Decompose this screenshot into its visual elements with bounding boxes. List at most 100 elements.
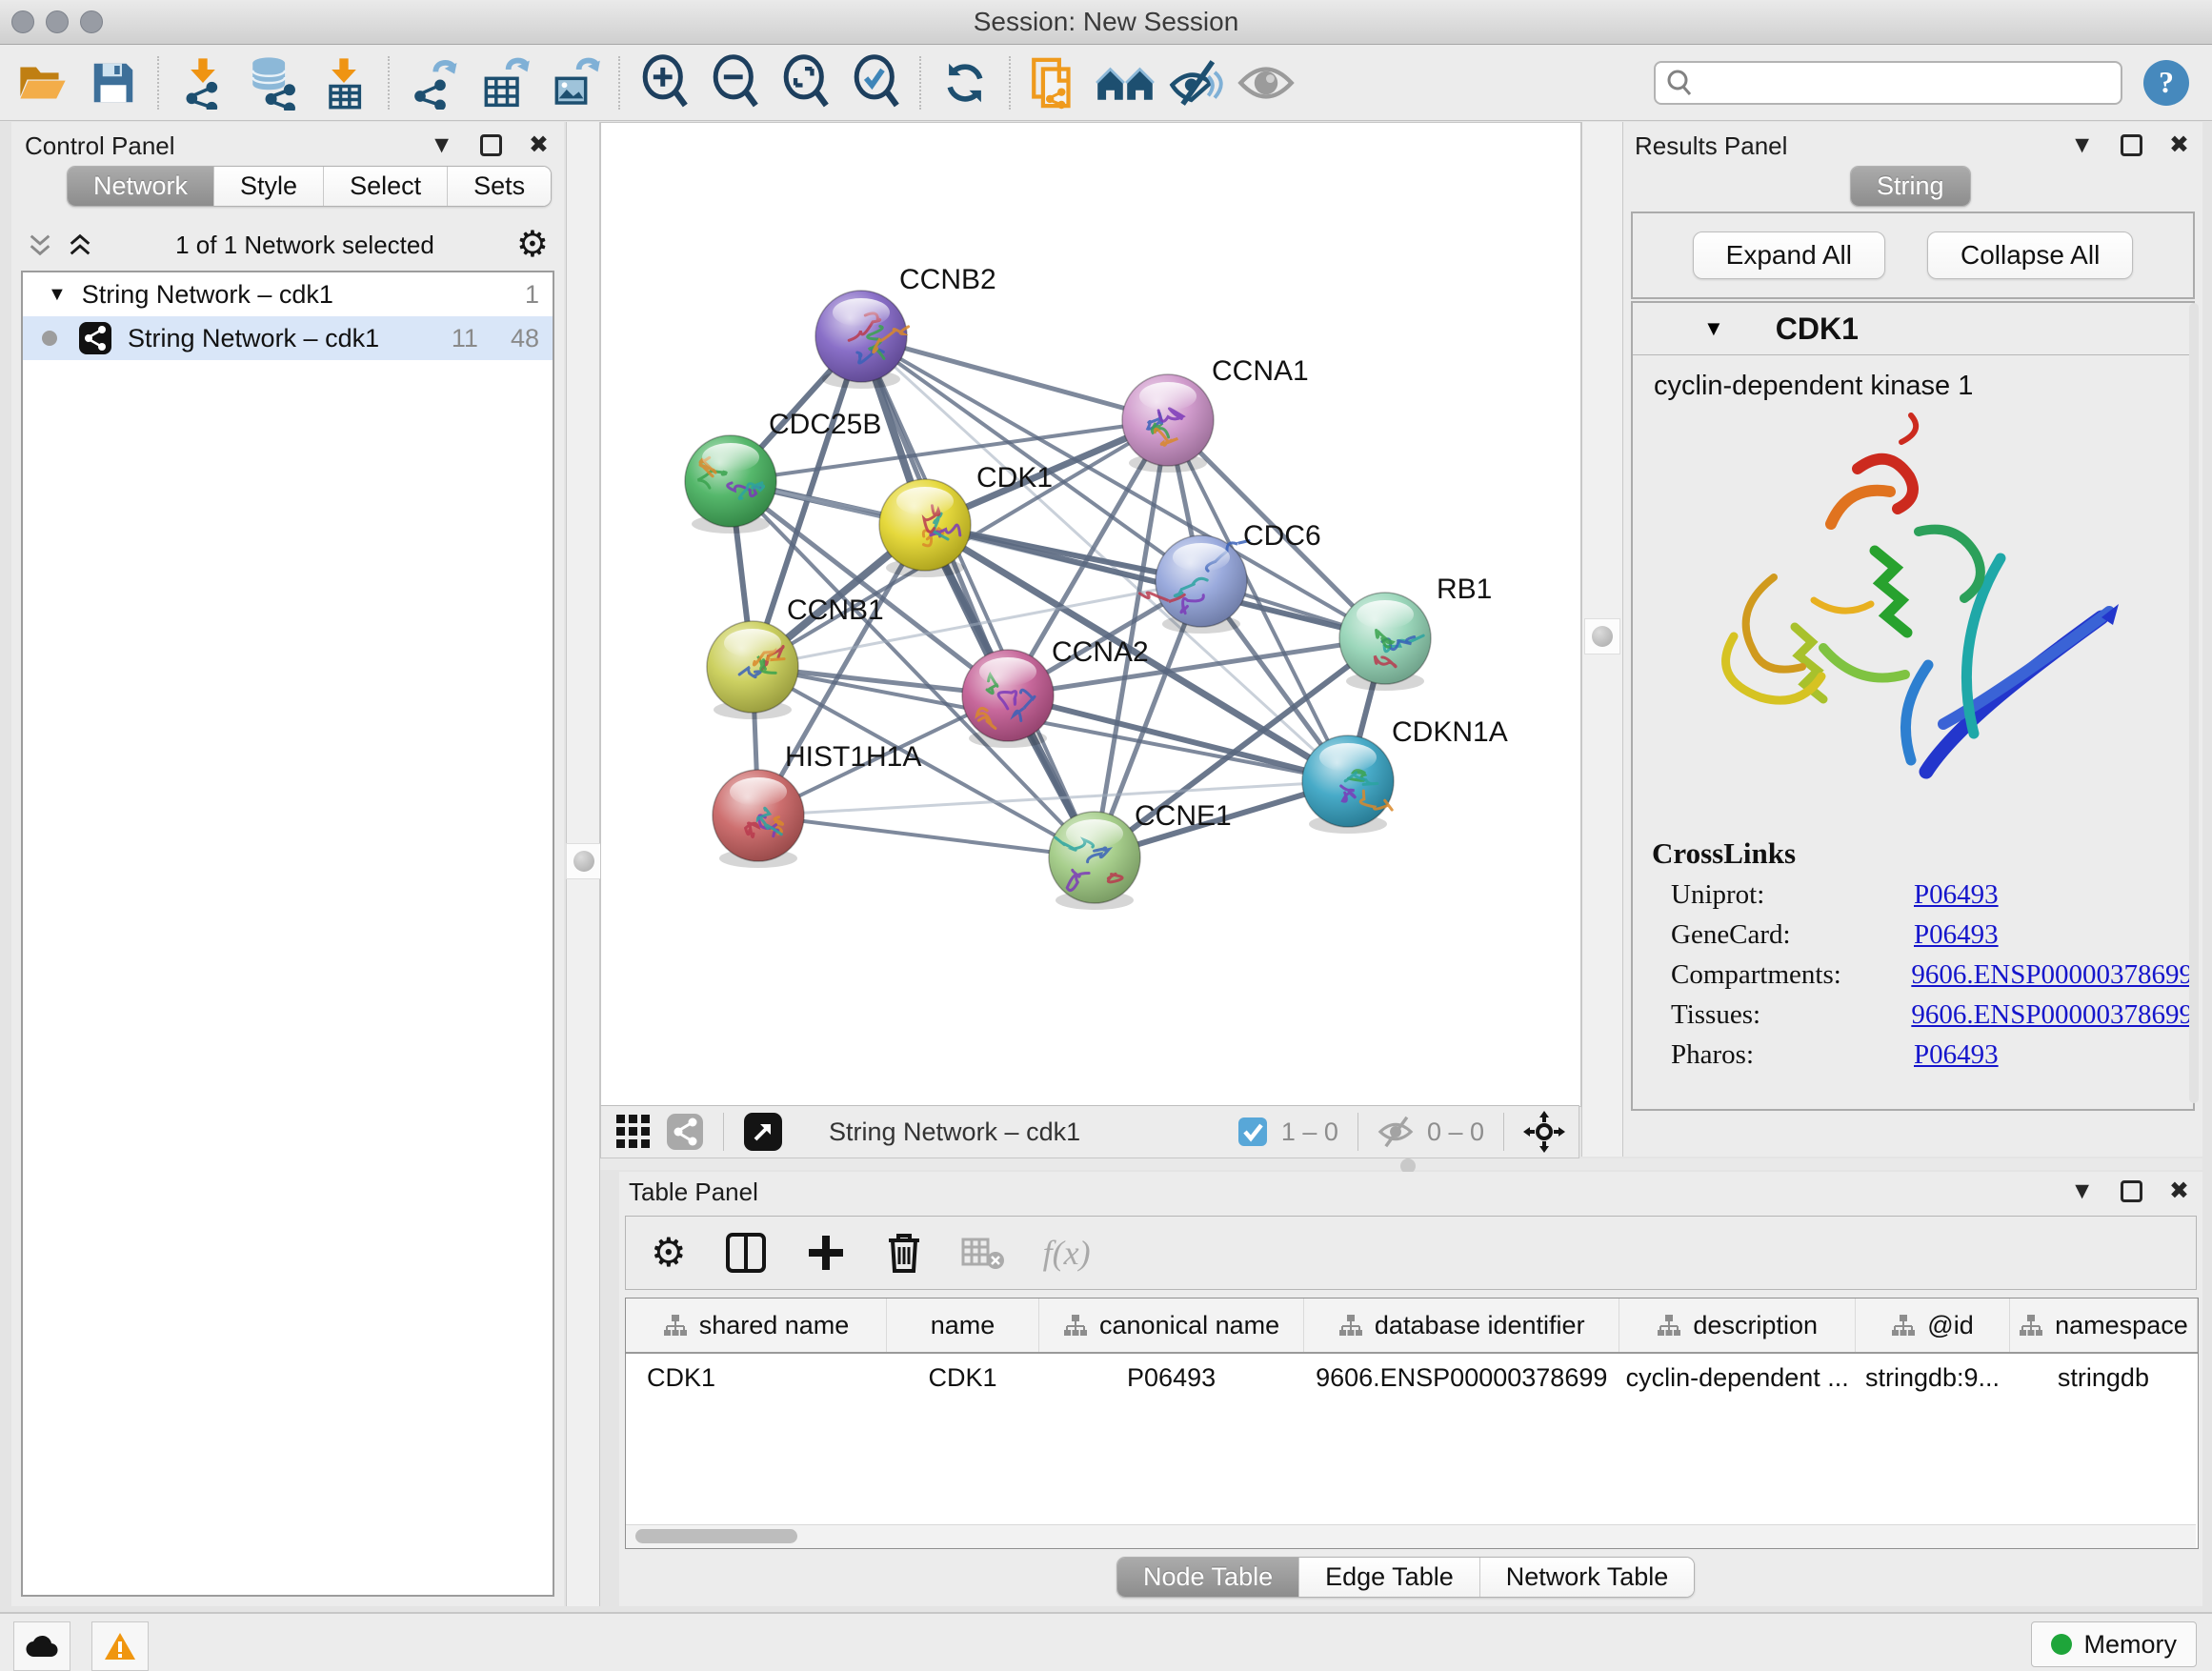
close-window-button[interactable] xyxy=(11,10,34,33)
show-graphics-button[interactable] xyxy=(1231,51,1301,114)
collapse-all-button[interactable]: Collapse All xyxy=(1927,232,2133,279)
tab-edge-table[interactable]: Edge Table xyxy=(1299,1558,1480,1597)
network-node-CDC25B[interactable] xyxy=(685,435,776,534)
network-edge-CCNB2-CCNE1[interactable] xyxy=(861,336,1095,857)
minimize-window-button[interactable] xyxy=(46,10,69,33)
network-edge-HIST1H1A-CCNE1[interactable] xyxy=(758,815,1095,857)
table-horizontal-scrollbar[interactable] xyxy=(626,1524,2196,1548)
add-column-icon[interactable] xyxy=(805,1232,847,1274)
results-panel-close-icon[interactable]: ✖ xyxy=(2169,133,2189,157)
network-node-CCNB1[interactable] xyxy=(707,621,798,719)
clone-network-button[interactable] xyxy=(1019,51,1090,114)
crosslink-link[interactable]: P06493 xyxy=(1914,879,1999,911)
column-header-database-identifier[interactable]: database identifier xyxy=(1304,1299,1619,1353)
cloud-status-button[interactable] xyxy=(13,1621,70,1671)
crosslink-link[interactable]: 9606.ENSP00000378699 xyxy=(1911,999,2193,1031)
tab-select[interactable]: Select xyxy=(324,167,448,206)
save-session-button[interactable] xyxy=(78,51,149,114)
crosslink-label: Pharos: xyxy=(1671,1039,1914,1071)
string-home-button[interactable] xyxy=(1090,51,1160,114)
network-node-CDK1[interactable] xyxy=(879,479,971,577)
crosslink-link[interactable]: P06493 xyxy=(1914,1039,1999,1071)
apply-style-button[interactable] xyxy=(930,51,1000,114)
crosslink-label: Compartments: xyxy=(1671,959,1911,991)
import-table-file-button[interactable] xyxy=(309,51,379,114)
zoom-out-button[interactable] xyxy=(699,51,770,114)
table-row[interactable]: CDK1CDK1P064939606.ENSP00000378699cyclin… xyxy=(626,1353,2198,1401)
table-panel-close-icon[interactable]: ✖ xyxy=(2169,1179,2189,1203)
hide-unhide-button[interactable] xyxy=(1160,51,1231,114)
node-details-header[interactable]: ▼ CDK1 xyxy=(1633,303,2193,355)
crosslink-link[interactable]: P06493 xyxy=(1914,919,1999,951)
import-network-database-button[interactable] xyxy=(238,51,309,114)
table-panel-maximize-icon[interactable] xyxy=(2121,1180,2142,1202)
help-button[interactable]: ? xyxy=(2143,60,2189,106)
left-splitter-handle[interactable] xyxy=(566,843,602,879)
expand-all-icon[interactable] xyxy=(67,232,93,258)
open-session-button[interactable] xyxy=(8,51,78,114)
results-panel-maximize-icon[interactable] xyxy=(2121,134,2142,156)
pan-crosshair-icon[interactable] xyxy=(1523,1111,1565,1153)
crosslink-link[interactable]: 9606.ENSP00000378699 xyxy=(1911,959,2193,991)
control-panel-close-icon[interactable]: ✖ xyxy=(529,133,549,157)
network-overview-share-icon[interactable] xyxy=(666,1113,704,1151)
import-network-file-button[interactable] xyxy=(168,51,238,114)
tab-network[interactable]: Network xyxy=(68,167,214,206)
search-input[interactable] xyxy=(1694,67,2111,98)
tab-node-table[interactable]: Node Table xyxy=(1117,1558,1299,1597)
show-columns-icon[interactable] xyxy=(725,1232,767,1274)
column-header-shared-name[interactable]: shared name xyxy=(626,1299,887,1353)
export-table-button[interactable] xyxy=(469,51,539,114)
column-header--id[interactable]: @id xyxy=(1856,1299,2010,1353)
table-options-gear-icon[interactable]: ⚙ xyxy=(651,1233,687,1273)
collapse-all-icon[interactable] xyxy=(27,232,53,258)
column-header-name[interactable]: name xyxy=(887,1299,1039,1353)
collection-expander-icon[interactable]: ▼ xyxy=(48,284,67,306)
network-node-CCNA1[interactable] xyxy=(1122,374,1214,473)
selected-checkbox-icon[interactable] xyxy=(1237,1117,1268,1147)
network-node-CCNE1[interactable] xyxy=(1049,812,1140,910)
tab-string[interactable]: String xyxy=(1851,167,1970,206)
tab-sets[interactable]: Sets xyxy=(448,167,551,206)
node-details-expander-icon[interactable]: ▼ xyxy=(1703,316,1724,341)
network-node-CCNA2[interactable] xyxy=(962,650,1054,748)
control-panel-maximize-icon[interactable] xyxy=(480,134,502,156)
network-view-canvas[interactable]: CCNB2CCNA1CDC25BCDK1CDC6RB1CCNB1CCNA2CDK… xyxy=(600,122,1581,1107)
network-node-CCNB2[interactable] xyxy=(815,291,909,389)
column-header-canonical-name[interactable]: canonical name xyxy=(1038,1299,1303,1353)
network-collection-row[interactable]: ▼ String Network – cdk1 1 xyxy=(23,272,553,316)
network-node-CDKN1A[interactable] xyxy=(1302,735,1394,834)
control-panel-tabs: Network Style Select Sets xyxy=(67,166,552,207)
birds-eye-grid-icon[interactable] xyxy=(614,1113,653,1151)
title-bar: Session: New Session xyxy=(0,0,2212,45)
network-node-RB1[interactable] xyxy=(1339,593,1431,691)
right-splitter-handle[interactable] xyxy=(1584,618,1620,654)
expand-all-button[interactable]: Expand All xyxy=(1693,232,1885,279)
tab-network-table[interactable]: Network Table xyxy=(1480,1558,1695,1597)
column-header-description[interactable]: description xyxy=(1619,1299,1856,1353)
zoom-fit-button[interactable] xyxy=(770,51,840,114)
table-panel-float-icon[interactable]: ▼ xyxy=(2070,1179,2094,1203)
delete-column-trash-icon[interactable] xyxy=(885,1231,923,1275)
control-panel-float-icon[interactable]: ▼ xyxy=(430,133,453,157)
export-network-button[interactable] xyxy=(398,51,469,114)
network-options-gear-icon[interactable]: ⚙ xyxy=(516,227,549,263)
network-node-HIST1H1A[interactable] xyxy=(713,770,804,868)
export-image-button[interactable] xyxy=(539,51,610,114)
zoom-selected-button[interactable] xyxy=(840,51,911,114)
network-row[interactable]: String Network – cdk1 11 48 xyxy=(23,316,553,360)
tab-style[interactable]: Style xyxy=(214,167,324,206)
zoom-in-button[interactable] xyxy=(629,51,699,114)
zoom-window-button[interactable] xyxy=(80,10,103,33)
column-header-namespace[interactable]: namespace xyxy=(2009,1299,2197,1353)
table-scrollbar-thumb[interactable] xyxy=(635,1529,797,1543)
right-splitter[interactable] xyxy=(1581,122,1623,1157)
memory-button[interactable]: Memory xyxy=(2031,1621,2197,1667)
open-in-window-icon[interactable] xyxy=(743,1112,783,1152)
crosslink-row: Pharos:P06493 xyxy=(1671,1039,2193,1071)
left-splitter[interactable] xyxy=(566,122,600,1606)
bottom-splitter[interactable] xyxy=(600,1158,2202,1170)
warnings-button[interactable] xyxy=(91,1621,149,1671)
results-panel-float-icon[interactable]: ▼ xyxy=(2070,133,2094,157)
results-scrollbar[interactable] xyxy=(2189,303,2199,1103)
